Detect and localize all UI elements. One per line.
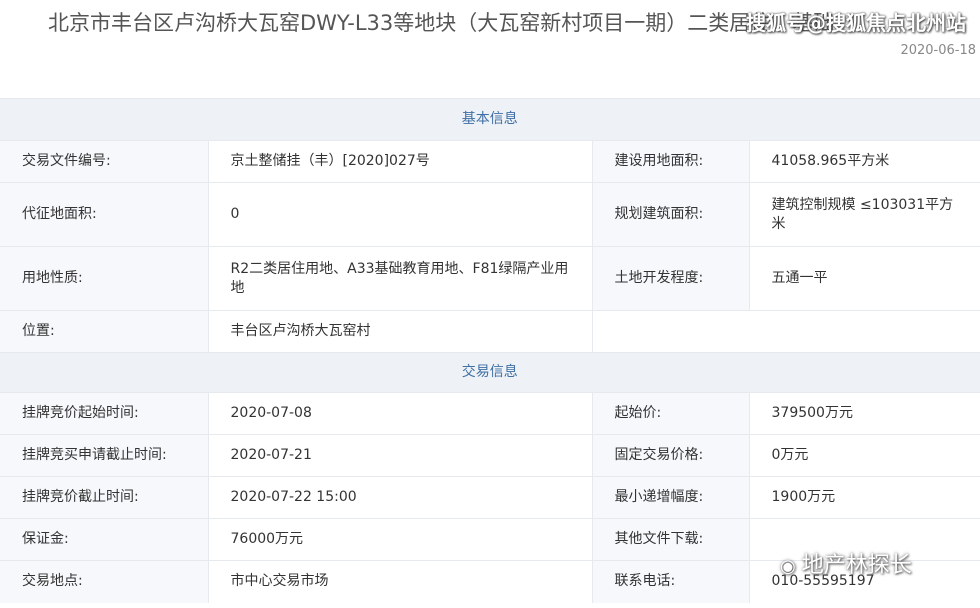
field-label: 交易地点:	[0, 560, 209, 603]
field-label: 固定交易价格:	[592, 434, 750, 477]
field-label: 其他文件下载:	[592, 518, 750, 561]
field-value: 379500万元	[749, 392, 980, 435]
field-value: 2020-07-22 15:00	[208, 476, 593, 519]
land-info-table: 基本信息 交易文件编号: 京土整储挂（丰）[2020]027号 建设用地面积: …	[0, 98, 980, 603]
field-value: 市中心交易市场	[208, 560, 593, 603]
field-label: 挂牌竞买申请截止时间:	[0, 434, 209, 477]
field-value: 丰台区卢沟桥大瓦窑村	[208, 310, 593, 353]
field-value: 41058.965平方米	[749, 140, 980, 183]
publish-date: 2020-06-18	[900, 43, 976, 58]
empty-cell	[592, 310, 980, 353]
field-value: 0万元	[749, 434, 980, 477]
field-value: 1900万元	[749, 476, 980, 519]
table-row: 交易文件编号: 京土整储挂（丰）[2020]027号 建设用地面积: 41058…	[0, 140, 980, 183]
table-row: 挂牌竞价起始时间: 2020-07-08 起始价: 379500万元	[0, 392, 980, 435]
field-label: 土地开发程度:	[592, 246, 750, 311]
field-label: 代征地面积:	[0, 182, 209, 247]
field-value: 建筑控制规模 ≤103031平方米	[749, 182, 980, 247]
field-label: 保证金:	[0, 518, 209, 561]
section-header-basic: 基本信息	[0, 98, 980, 141]
field-label: 起始价:	[592, 392, 750, 435]
table-row: 挂牌竞价截止时间: 2020-07-22 15:00 最小递增幅度: 1900万…	[0, 476, 980, 519]
field-value: 76000万元	[208, 518, 593, 561]
field-value: 京土整储挂（丰）[2020]027号	[208, 140, 593, 183]
source-watermark: 搜狐号@搜狐焦点北州站	[746, 11, 966, 35]
table-row: 代征地面积: 0 规划建筑面积: 建筑控制规模 ≤103031平方米	[0, 182, 980, 247]
field-value: 五通一平	[749, 246, 980, 311]
field-label: 规划建筑面积:	[592, 182, 750, 247]
field-label: 交易文件编号:	[0, 140, 209, 183]
field-label: 联系电话:	[592, 560, 750, 603]
field-label: 用地性质:	[0, 246, 209, 311]
field-label: 位置:	[0, 310, 209, 353]
table-row: 挂牌竞买申请截止时间: 2020-07-21 固定交易价格: 0万元	[0, 434, 980, 477]
table-row: 位置: 丰台区卢沟桥大瓦窑村	[0, 310, 980, 353]
field-label: 最小递增幅度:	[592, 476, 750, 519]
section-title: 基本信息	[0, 98, 980, 141]
field-value: R2二类居住用地、A33基础教育用地、F81绿隔产业用地	[208, 246, 593, 311]
field-label: 建设用地面积:	[592, 140, 750, 183]
corner-watermark-text: 地产林探长	[801, 553, 912, 578]
wechat-icon: ◉	[780, 556, 796, 577]
field-value: 2020-07-21	[208, 434, 593, 477]
section-title: 交易信息	[0, 352, 980, 393]
corner-watermark: ◉ 地产林探长	[780, 548, 912, 584]
table-row: 用地性质: R2二类居住用地、A33基础教育用地、F81绿隔产业用地 土地开发程…	[0, 246, 980, 311]
field-label: 挂牌竞价起始时间:	[0, 392, 209, 435]
field-value: 2020-07-08	[208, 392, 593, 435]
field-value: 0	[208, 182, 593, 247]
section-header-trade: 交易信息	[0, 352, 980, 393]
field-label: 挂牌竞价截止时间:	[0, 476, 209, 519]
